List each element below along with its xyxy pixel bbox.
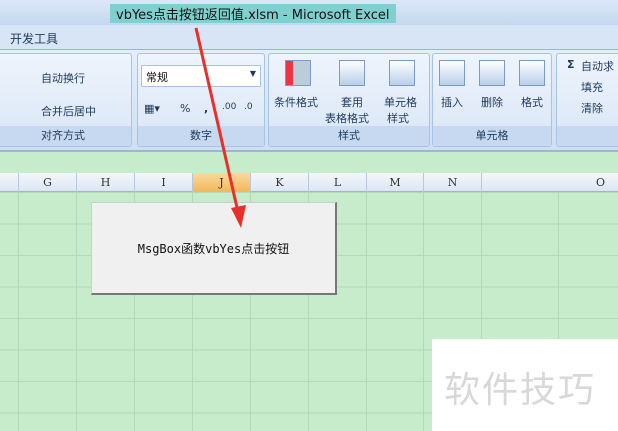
arrow-head: [231, 205, 246, 228]
annotation-arrow: [194, 27, 246, 228]
arrow-shaft: [194, 27, 240, 213]
